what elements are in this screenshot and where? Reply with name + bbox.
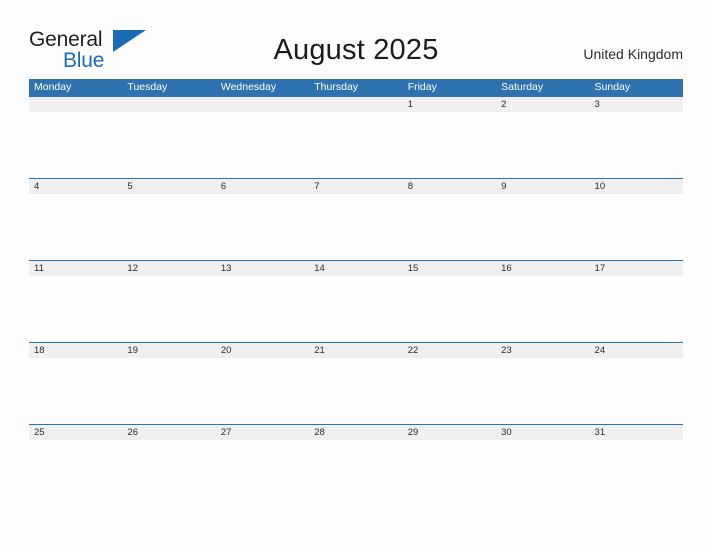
week-date-band: 4 5 6 7 8 9 10: [29, 179, 683, 194]
country-label: United Kingdom: [583, 46, 683, 62]
week-date-band: 11 12 13 14 15 16 17: [29, 261, 683, 276]
weekday-header-friday: Friday: [407, 81, 437, 93]
date-cell[interactable]: [309, 97, 402, 112]
weekday-header-wednesday: Wednesday: [220, 81, 277, 93]
week-event-area[interactable]: [29, 358, 683, 424]
date-cell[interactable]: 9: [496, 179, 589, 194]
date-cell[interactable]: 10: [590, 179, 683, 194]
weekday-header-thursday: Thursday: [314, 81, 359, 93]
weekday-header-row: Monday Tuesday Wednesday Thursday Friday…: [29, 79, 683, 96]
calendar-grid: Monday Tuesday Wednesday Thursday Friday…: [29, 79, 683, 506]
weekday-header-monday: Monday: [34, 81, 72, 93]
date-cell[interactable]: 23: [496, 343, 589, 358]
date-cell[interactable]: 30: [496, 425, 589, 440]
date-cell[interactable]: 8: [403, 179, 496, 194]
calendar-week-row: 1 2 3: [29, 96, 683, 178]
week-event-area[interactable]: [29, 276, 683, 342]
date-cell[interactable]: 20: [216, 343, 309, 358]
date-cell[interactable]: 17: [590, 261, 683, 276]
date-cell[interactable]: 18: [29, 343, 122, 358]
weekday-header-saturday: Saturday: [501, 81, 544, 93]
weekday-header-tuesday: Tuesday: [127, 81, 168, 93]
date-cell[interactable]: 7: [309, 179, 402, 194]
date-cell[interactable]: 26: [122, 425, 215, 440]
date-cell[interactable]: 3: [590, 97, 683, 112]
week-event-area[interactable]: [29, 112, 683, 178]
date-cell[interactable]: 16: [496, 261, 589, 276]
date-cell[interactable]: 19: [122, 343, 215, 358]
date-cell[interactable]: 25: [29, 425, 122, 440]
date-cell[interactable]: 1: [403, 97, 496, 112]
date-cell[interactable]: 2: [496, 97, 589, 112]
date-cell[interactable]: 6: [216, 179, 309, 194]
weekday-header-sunday: Sunday: [594, 81, 631, 93]
date-cell[interactable]: 22: [403, 343, 496, 358]
date-cell[interactable]: 13: [216, 261, 309, 276]
date-cell[interactable]: 4: [29, 179, 122, 194]
week-date-band: 25 26 27 28 29 30 31: [29, 425, 683, 440]
date-cell[interactable]: 28: [309, 425, 402, 440]
date-cell[interactable]: [216, 97, 309, 112]
date-cell[interactable]: 15: [403, 261, 496, 276]
week-event-area[interactable]: [29, 194, 683, 260]
date-cell[interactable]: [29, 97, 122, 112]
week-event-area[interactable]: [29, 440, 683, 506]
calendar-week-row: 25 26 27 28 29 30 31: [29, 424, 683, 506]
date-cell[interactable]: 27: [216, 425, 309, 440]
date-cell[interactable]: 29: [403, 425, 496, 440]
week-date-band: 18 19 20 21 22 23 24: [29, 343, 683, 358]
calendar-week-row: 11 12 13 14 15 16 17: [29, 260, 683, 342]
date-cell[interactable]: 31: [590, 425, 683, 440]
date-cell[interactable]: 14: [309, 261, 402, 276]
calendar-week-row: 18 19 20 21 22 23 24: [29, 342, 683, 424]
date-cell[interactable]: [122, 97, 215, 112]
date-cell[interactable]: 11: [29, 261, 122, 276]
calendar-week-row: 4 5 6 7 8 9 10: [29, 178, 683, 260]
date-cell[interactable]: 21: [309, 343, 402, 358]
calendar-page: General Blue August 2025 United Kingdom …: [0, 0, 712, 550]
date-cell[interactable]: 24: [590, 343, 683, 358]
date-cell[interactable]: 5: [122, 179, 215, 194]
page-header: General Blue August 2025 United Kingdom: [0, 0, 712, 78]
date-cell[interactable]: 12: [122, 261, 215, 276]
week-date-band: 1 2 3: [29, 97, 683, 112]
